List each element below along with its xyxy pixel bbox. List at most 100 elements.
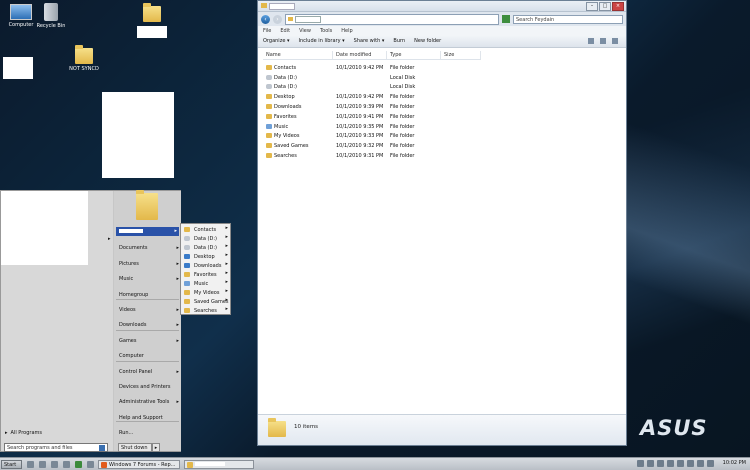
desktop-icon-recycle-bin[interactable]: Recycle Bin [31, 3, 71, 29]
file-row[interactable]: Desktop 10/1/2010 9:42 PM File folder [263, 92, 481, 102]
user-folder-item[interactable]: ▸ [116, 227, 179, 236]
quicklaunch-app-icon[interactable] [87, 460, 94, 468]
tray-icon[interactable] [676, 460, 684, 467]
start-menu-item[interactable]: Music ▸ [119, 276, 179, 282]
start-menu-item[interactable]: Computer [119, 353, 179, 359]
tray-icon[interactable] [656, 460, 664, 467]
desktop-icon-shortcut[interactable] [143, 3, 163, 24]
menu-edit[interactable]: Edit [280, 28, 290, 34]
address-bar[interactable] [285, 13, 499, 25]
file-row[interactable]: My Videos 10/1/2010 9:33 PM File folder [263, 132, 481, 142]
organize-button[interactable]: Organize ▾ [263, 38, 290, 44]
file-type: File folder [390, 123, 415, 130]
column-type[interactable]: Type [387, 51, 441, 59]
close-button[interactable]: × [612, 2, 624, 11]
folder-icon [268, 418, 286, 437]
quicklaunch-app-icon[interactable] [63, 460, 70, 468]
quicklaunch-app-icon[interactable] [75, 460, 82, 468]
burn-button[interactable]: Burn [393, 38, 405, 44]
quicklaunch-folder-icon[interactable] [51, 460, 58, 468]
share-with-button[interactable]: Share with ▾ [354, 38, 385, 44]
preview-pane-icon[interactable] [600, 38, 606, 44]
file-row[interactable]: Contacts 10/1/2010 9:42 PM File folder [263, 63, 481, 73]
submenu-item[interactable]: My Videos ▸ [181, 288, 230, 297]
submenu-item[interactable]: Desktop ▸ [181, 252, 230, 261]
start-menu-item[interactable]: Run... [119, 430, 179, 436]
clock[interactable]: 10:02 PM [723, 460, 746, 467]
submenu-item[interactable]: Music ▸ [181, 279, 230, 288]
submenu-item[interactable]: Searches ▸ [181, 306, 230, 315]
search-input[interactable]: Search Feydain [513, 14, 623, 24]
help-icon[interactable] [612, 38, 618, 44]
all-programs-button[interactable]: ▸ All Programs [5, 430, 42, 436]
column-size[interactable]: Size [441, 51, 481, 59]
disk-icon [266, 84, 272, 90]
taskbar-task-explorer[interactable] [184, 459, 254, 469]
tray-icon[interactable] [706, 460, 714, 467]
chevron-right-icon: ▸ [176, 322, 179, 328]
file-list: Contacts 10/1/2010 9:42 PM File folder Data… [263, 63, 481, 161]
start-menu-item[interactable]: Devices and Printers [119, 384, 179, 390]
window-titlebar[interactable]: – □ × [258, 1, 626, 12]
taskbar-task-browser[interactable]: Windows 7 Forums - Rep... [98, 459, 180, 469]
back-button[interactable]: ‹ [261, 14, 270, 24]
minimize-button[interactable]: – [586, 2, 598, 11]
submenu-item[interactable]: Favorites ▸ [181, 270, 230, 279]
start-menu-item[interactable]: Homegroup [119, 292, 179, 298]
start-menu-item[interactable]: Games ▸ [119, 338, 179, 344]
shutdown-options-button[interactable]: ▸ [152, 443, 160, 452]
folder-icon [143, 3, 161, 22]
include-in-library-button[interactable]: Include in library ▾ [299, 38, 345, 44]
submenu-item[interactable]: Data (D:) ▸ [181, 234, 230, 243]
desktop-icon-not-syncd[interactable]: NOT SYNCD [64, 45, 104, 72]
start-menu-item[interactable]: Control Panel ▸ [119, 369, 179, 375]
file-date: 10/1/2010 9:42 PM [336, 64, 384, 71]
file-row[interactable]: Searches 10/1/2010 9:31 PM File folder [263, 151, 481, 161]
start-menu-item[interactable]: Downloads ▸ [119, 322, 179, 328]
new-folder-button[interactable]: New folder [414, 38, 441, 44]
file-row[interactable]: Favorites 10/1/2010 9:41 PM File folder [263, 112, 481, 122]
start-menu-item[interactable]: Pictures ▸ [119, 261, 179, 267]
tray-icon[interactable] [636, 460, 644, 467]
start-button[interactable]: Start [1, 459, 22, 469]
tray-icon[interactable] [666, 460, 674, 467]
tray-icon[interactable] [646, 460, 654, 467]
breadcrumb-segment[interactable] [295, 15, 321, 23]
file-row[interactable]: Downloads 10/1/2010 9:39 PM File folder [263, 102, 481, 112]
quicklaunch-media-icon[interactable] [39, 460, 46, 468]
file-name: Music [263, 123, 333, 130]
tray-icon[interactable] [696, 460, 704, 467]
explorer-window[interactable]: – □ × ‹ › Search Feydain File Edit View … [257, 0, 627, 446]
file-row[interactable]: Data (D:) Local Disk [263, 83, 481, 93]
tray-icon[interactable] [686, 460, 694, 467]
user-folder-submenu: Contacts ▸ Data (D:) ▸ Data (D:) ▸ Desktop ▸ Dow… [180, 223, 231, 315]
menu-file[interactable]: File [263, 28, 271, 34]
shutdown-button[interactable]: Shut down [118, 443, 152, 452]
submenu-item[interactable]: Data (D:) ▸ [181, 243, 230, 252]
chevron-right-icon: ▸ [225, 270, 228, 276]
folder-icon [266, 153, 272, 159]
column-name[interactable]: Name [263, 51, 333, 59]
maximize-button[interactable]: □ [599, 2, 611, 11]
quicklaunch-explorer-icon[interactable] [27, 460, 34, 468]
submenu-item[interactable]: Saved Games ▸ [181, 297, 230, 306]
start-search-input[interactable]: Search programs and files [4, 443, 108, 452]
submenu-item[interactable]: Contacts ▸ [181, 225, 230, 234]
file-row[interactable]: Music 10/1/2010 9:35 PM File folder [263, 122, 481, 132]
menu-help[interactable]: Help [341, 28, 352, 34]
start-menu-item[interactable]: Videos ▸ [119, 307, 179, 313]
chevron-right-icon: ▸ [176, 245, 179, 251]
view-options-icon[interactable] [588, 38, 594, 44]
chevron-right-icon: ▸ [225, 234, 228, 240]
file-row[interactable]: Saved Games 10/1/2010 9:32 PM File folder [263, 141, 481, 151]
refresh-icon[interactable] [502, 15, 510, 23]
column-date-modified[interactable]: Date modified [333, 51, 387, 59]
start-menu-item[interactable]: Documents ▸ [119, 245, 179, 251]
submenu-item[interactable]: Downloads ▸ [181, 261, 230, 270]
forward-button[interactable]: › [273, 14, 282, 24]
file-row[interactable]: Data (D:) Local Disk [263, 73, 481, 83]
start-menu-item[interactable]: Administrative Tools ▸ [119, 399, 179, 405]
folder-icon [184, 290, 190, 295]
menu-tools[interactable]: Tools [320, 28, 332, 34]
menu-view[interactable]: View [299, 28, 311, 34]
